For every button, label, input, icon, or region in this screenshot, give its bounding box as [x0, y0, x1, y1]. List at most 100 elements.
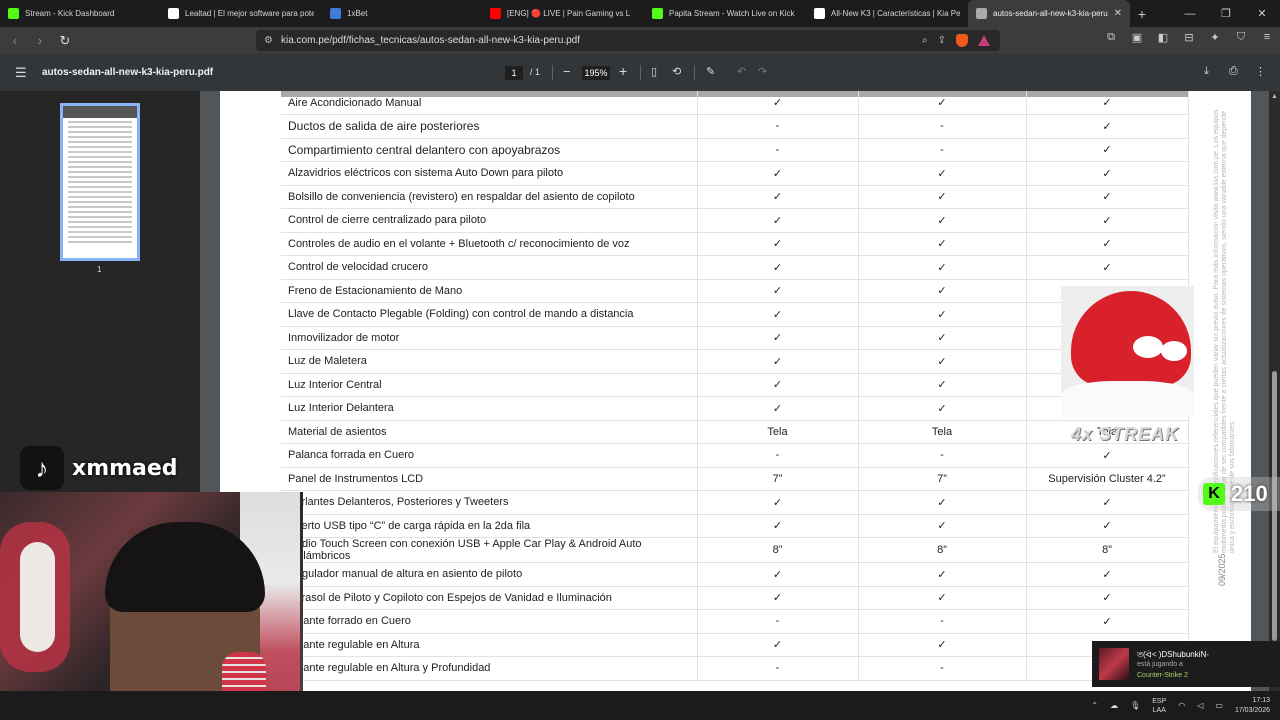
page-thumbnail[interactable] [60, 103, 140, 261]
extensions-icon[interactable]: ⧉ [1104, 31, 1118, 44]
feature-cell: Luz Interior Central [281, 373, 698, 397]
table-row: Regulador manual de altura en asiento de… [281, 562, 1189, 587]
1xbet-icon [330, 8, 341, 19]
tab-1[interactable]: Lealtad | El mejor software para pote [160, 0, 322, 27]
value-cell-1: ✓ [697, 490, 859, 515]
undo-icon[interactable]: ↶ [737, 65, 746, 78]
download-icon[interactable]: ⤓ [1204, 65, 1209, 78]
clock[interactable]: 17:13 17/03/2026 [1235, 696, 1270, 716]
share-icon[interactable]: ⇪ [938, 35, 946, 46]
rotate-icon[interactable]: ⟲ [672, 65, 681, 78]
more-options-icon[interactable]: ⋮ [1255, 65, 1266, 78]
leo-icon[interactable]: ✦ [1208, 31, 1222, 44]
feature-cell: Aire Acondicionado Manual [281, 91, 698, 115]
clock-time: 17:13 [1252, 696, 1270, 704]
feature-cell: Alzavidrios eléctricos con sistema Auto … [281, 161, 698, 186]
fit-page-icon[interactable]: ▯ [651, 65, 657, 78]
game-notification[interactable]: ত(ᐛ< )DShubunkiN- está jugando a Counter… [1092, 641, 1280, 687]
value-cell-1: ✓ [697, 349, 859, 374]
table-row: Llave de Contacto Plegable (Folding) con… [281, 302, 1189, 327]
site-info-icon[interactable]: ⚙ [264, 35, 273, 46]
zoom-in-icon[interactable]: + [619, 63, 627, 79]
value-cell-3: ✓ [1026, 161, 1189, 186]
value-cell-3: ✓ [1026, 114, 1189, 139]
print-icon[interactable]: ⎙ [1229, 65, 1238, 78]
tab-title: Stream - Kick Dashboard [25, 9, 115, 18]
zoom-out-icon[interactable]: − [563, 64, 571, 79]
feature-cell: Bolsillo de conveniencia (revistero) en … [281, 185, 698, 209]
feature-cell: Control de cierre centralizado para pilo… [281, 208, 698, 233]
zoom-input[interactable]: 195% [582, 66, 610, 80]
volume-icon[interactable]: ◁ [1197, 701, 1203, 710]
tab-6[interactable]: autos-sedan-all-new-k3-kia-peru ✕ [968, 0, 1130, 27]
table-row: Controles de audio en el volante + Bluet… [281, 232, 1189, 256]
pdf-menu-icon[interactable]: ☰ [15, 65, 27, 81]
table-row: Freno de Estacionamiento de Mano ✓ ✓ [281, 279, 1189, 303]
thumbnail-line [68, 231, 132, 233]
value-cell-2: 7” [858, 467, 1027, 491]
page-number-input[interactable]: 1 [505, 66, 523, 80]
tray-overflow-icon[interactable]: ⌃ [1091, 701, 1098, 710]
hat-pompom [1161, 341, 1187, 361]
browser-tab-bar: Stream - Kick Dashboard Lealtad | El mejo… [0, 0, 1280, 27]
viewer-count: 210 [1231, 481, 1268, 506]
feature-cell: Volante regulable en Altura [281, 633, 698, 657]
brave-rewards-icon[interactable] [978, 35, 990, 46]
minimize-icon[interactable]: — [1172, 8, 1208, 20]
battery-icon[interactable]: ▭ [1215, 701, 1223, 710]
table-row: Luz de Maletera ✓ ✓ [281, 349, 1189, 374]
value-cell-3: ✓ [1026, 514, 1189, 538]
wifi-icon[interactable]: ◠ [1178, 701, 1185, 710]
tab-5[interactable]: All-New K3 | Características | Kia Pe [806, 0, 968, 27]
value-cell-2: ✓ [858, 349, 1027, 374]
value-cell-1: ✓ [697, 208, 859, 233]
thumbnail-line [68, 161, 132, 163]
new-tab-icon[interactable]: + [1130, 6, 1154, 22]
system-tray: ⌃ ☁ 🎙 ESP LAA ◠ ◁ ▭ 17:13 17/03/2026 [1091, 691, 1270, 720]
value-cell-2: - [858, 656, 1027, 681]
value-cell-3: ✓ [1026, 138, 1189, 162]
redo-icon[interactable]: ↷ [758, 65, 767, 78]
annotate-icon[interactable]: ✎ [706, 65, 715, 78]
value-cell-2: ✓ [858, 633, 1027, 657]
value-cell-2: ✓ [858, 185, 1027, 209]
pdf-scrollbar[interactable]: ▲ ▼ [1269, 91, 1280, 691]
thumbnail-line [68, 121, 132, 123]
cloud-icon[interactable]: ☁ [1110, 701, 1118, 710]
sidebar-toggle-icon[interactable]: ◧ [1156, 31, 1170, 44]
url-text[interactable]: kia.com.pe/pdf/fichas_tecnicas/autos-sed… [281, 35, 580, 46]
tabs-icon[interactable]: ⊟ [1182, 31, 1196, 44]
language-code: ESP [1152, 697, 1167, 705]
tab-4[interactable]: Papita Stream - Watch Live on Kick [644, 0, 806, 27]
wallet-icon[interactable]: ▣ [1130, 31, 1144, 44]
value-cell-3: ✓ [1026, 185, 1189, 209]
value-cell-1: 7” [697, 467, 859, 491]
back-icon[interactable]: ‹ [5, 31, 25, 51]
scroll-up-icon[interactable]: ▲ [1271, 93, 1278, 100]
restore-icon[interactable]: ❐ [1208, 7, 1244, 20]
close-window-icon[interactable]: ✕ [1244, 7, 1280, 20]
value-cell-2: ✓ [858, 279, 1027, 303]
zoom-icon[interactable]: ⌕ [922, 35, 928, 46]
tab-0[interactable]: Stream - Kick Dashboard [0, 0, 160, 27]
reload-icon[interactable]: ↻ [55, 31, 75, 51]
tab-2[interactable]: 1xBet [322, 0, 482, 27]
thumbnail-line [68, 146, 132, 148]
tab-close-icon[interactable]: ✕ [1114, 8, 1122, 19]
menu-icon[interactable]: ≡ [1260, 31, 1274, 44]
value-cell-3: ✓ [1026, 232, 1189, 256]
microphone-icon[interactable]: 🎙 [1130, 701, 1140, 710]
tab-3[interactable]: [ENG] 🔴 LIVE | Pain Gaming vs L [482, 0, 644, 27]
thumbnail-line [68, 131, 132, 133]
brave-shields-icon[interactable] [956, 34, 968, 47]
language-indicator[interactable]: ESP LAA [1152, 697, 1166, 715]
forward-icon[interactable]: › [30, 31, 50, 51]
tiktok-icon: ♪ [20, 446, 64, 490]
table-row: Volante regulable en Altura ✓ ✓ [281, 633, 1189, 657]
value-cell-2: ✓ [858, 326, 1027, 350]
value-cell-3: ✓ [1026, 443, 1189, 468]
vpn-icon[interactable]: ⛉ [1234, 31, 1248, 44]
address-bar[interactable]: ⚙ kia.com.pe/pdf/fichas_tecnicas/autos-s… [256, 30, 1000, 51]
feature-cell: Palanca forrada en Cuero [281, 443, 698, 468]
thumbnail-line [68, 221, 132, 223]
